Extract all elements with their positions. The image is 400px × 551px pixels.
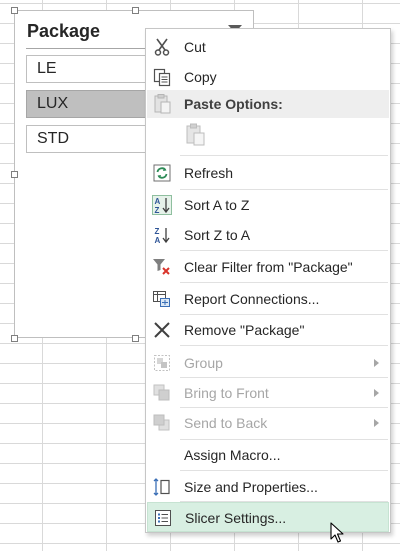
copy-icon	[153, 68, 171, 87]
menu-separator	[180, 250, 388, 251]
resize-handle-top-left[interactable]	[11, 7, 18, 14]
menu-item-label: Slicer Settings...	[185, 510, 287, 526]
menu-item-label: Group	[184, 355, 223, 371]
mouse-pointer-icon	[330, 522, 344, 543]
scissors-icon	[154, 38, 170, 56]
svg-text:Z: Z	[155, 206, 160, 215]
submenu-arrow-icon	[374, 419, 379, 427]
slicer-item-label: STD	[37, 130, 69, 147]
report-connections-icon	[153, 291, 170, 307]
svg-text:Z: Z	[155, 227, 160, 236]
paste-options-label: Paste Options:	[184, 96, 283, 112]
menu-separator	[180, 155, 388, 156]
send-to-back-icon	[153, 414, 170, 431]
slicer-item-label: LUX	[37, 95, 69, 112]
menu-item-send-to-back: Send to Back	[147, 408, 389, 438]
context-menu: Cut Copy Paste Options: Refresh A Z Sort…	[145, 28, 391, 533]
svg-text:A: A	[155, 236, 161, 245]
menu-item-label: Clear Filter from "Package"	[184, 259, 353, 275]
group-icon	[154, 355, 170, 371]
clear-filter-icon	[153, 259, 170, 275]
menu-item-label: Cut	[184, 39, 206, 55]
menu-item-label: Refresh	[184, 165, 234, 181]
menu-item-copy[interactable]: Copy	[147, 62, 389, 92]
menu-item-assign-macro[interactable]: Assign Macro...	[147, 440, 389, 470]
size-properties-icon	[153, 478, 170, 496]
slicer-title: Package	[27, 21, 101, 41]
resize-handle-left[interactable]	[11, 171, 18, 178]
menu-item-label: Remove "Package"	[184, 322, 305, 338]
menu-item-label: Sort A to Z	[184, 197, 250, 213]
menu-item-size-and-properties[interactable]: Size and Properties...	[147, 472, 389, 502]
menu-separator	[180, 345, 388, 346]
clipboard-paste-icon	[186, 123, 205, 146]
submenu-arrow-icon	[374, 389, 379, 397]
slicer-settings-icon	[155, 510, 171, 526]
menu-item-label: Size and Properties...	[184, 479, 318, 495]
slicer-item-label: LE	[37, 60, 57, 77]
menu-item-group: Group	[147, 348, 389, 378]
menu-item-sort-a-z[interactable]: A Z Sort A to Z	[147, 190, 389, 220]
remove-x-icon	[154, 322, 170, 338]
resize-handle-bottom[interactable]	[132, 335, 139, 342]
menu-item-label: Assign Macro...	[184, 447, 281, 463]
bring-to-front-icon	[153, 384, 170, 401]
worksheet-grid[interactable]: Package LE LUX STD Cut Copy Paste Option…	[0, 0, 400, 551]
resize-handle-top[interactable]	[132, 7, 139, 14]
submenu-arrow-icon	[374, 359, 379, 367]
sort-a-z-icon: A Z	[152, 195, 172, 215]
menu-item-label: Bring to Front	[184, 385, 269, 401]
menu-item-slicer-settings[interactable]: Slicer Settings...	[147, 502, 389, 532]
menu-item-sort-z-a[interactable]: Z A Sort Z to A	[147, 220, 389, 250]
paste-options-header: Paste Options:	[147, 90, 389, 118]
menu-item-refresh[interactable]: Refresh	[147, 158, 389, 188]
menu-item-bring-to-front: Bring to Front	[147, 378, 389, 408]
menu-item-cut[interactable]: Cut	[147, 32, 389, 62]
menu-separator	[180, 282, 388, 283]
menu-item-report-connections[interactable]: Report Connections...	[147, 284, 389, 314]
menu-item-remove[interactable]: Remove "Package"	[147, 315, 389, 345]
menu-item-label: Report Connections...	[184, 291, 320, 307]
menu-item-clear-filter[interactable]: Clear Filter from "Package"	[147, 252, 389, 282]
menu-separator	[180, 470, 388, 471]
resize-handle-bottom-left[interactable]	[11, 335, 18, 342]
svg-text:A: A	[155, 197, 161, 206]
menu-item-label: Copy	[184, 69, 217, 85]
menu-item-label: Sort Z to A	[184, 227, 251, 243]
refresh-icon	[153, 164, 171, 182]
sort-z-a-icon: Z A	[155, 227, 170, 245]
clipboard-icon	[154, 94, 171, 114]
menu-item-label: Send to Back	[184, 415, 268, 431]
